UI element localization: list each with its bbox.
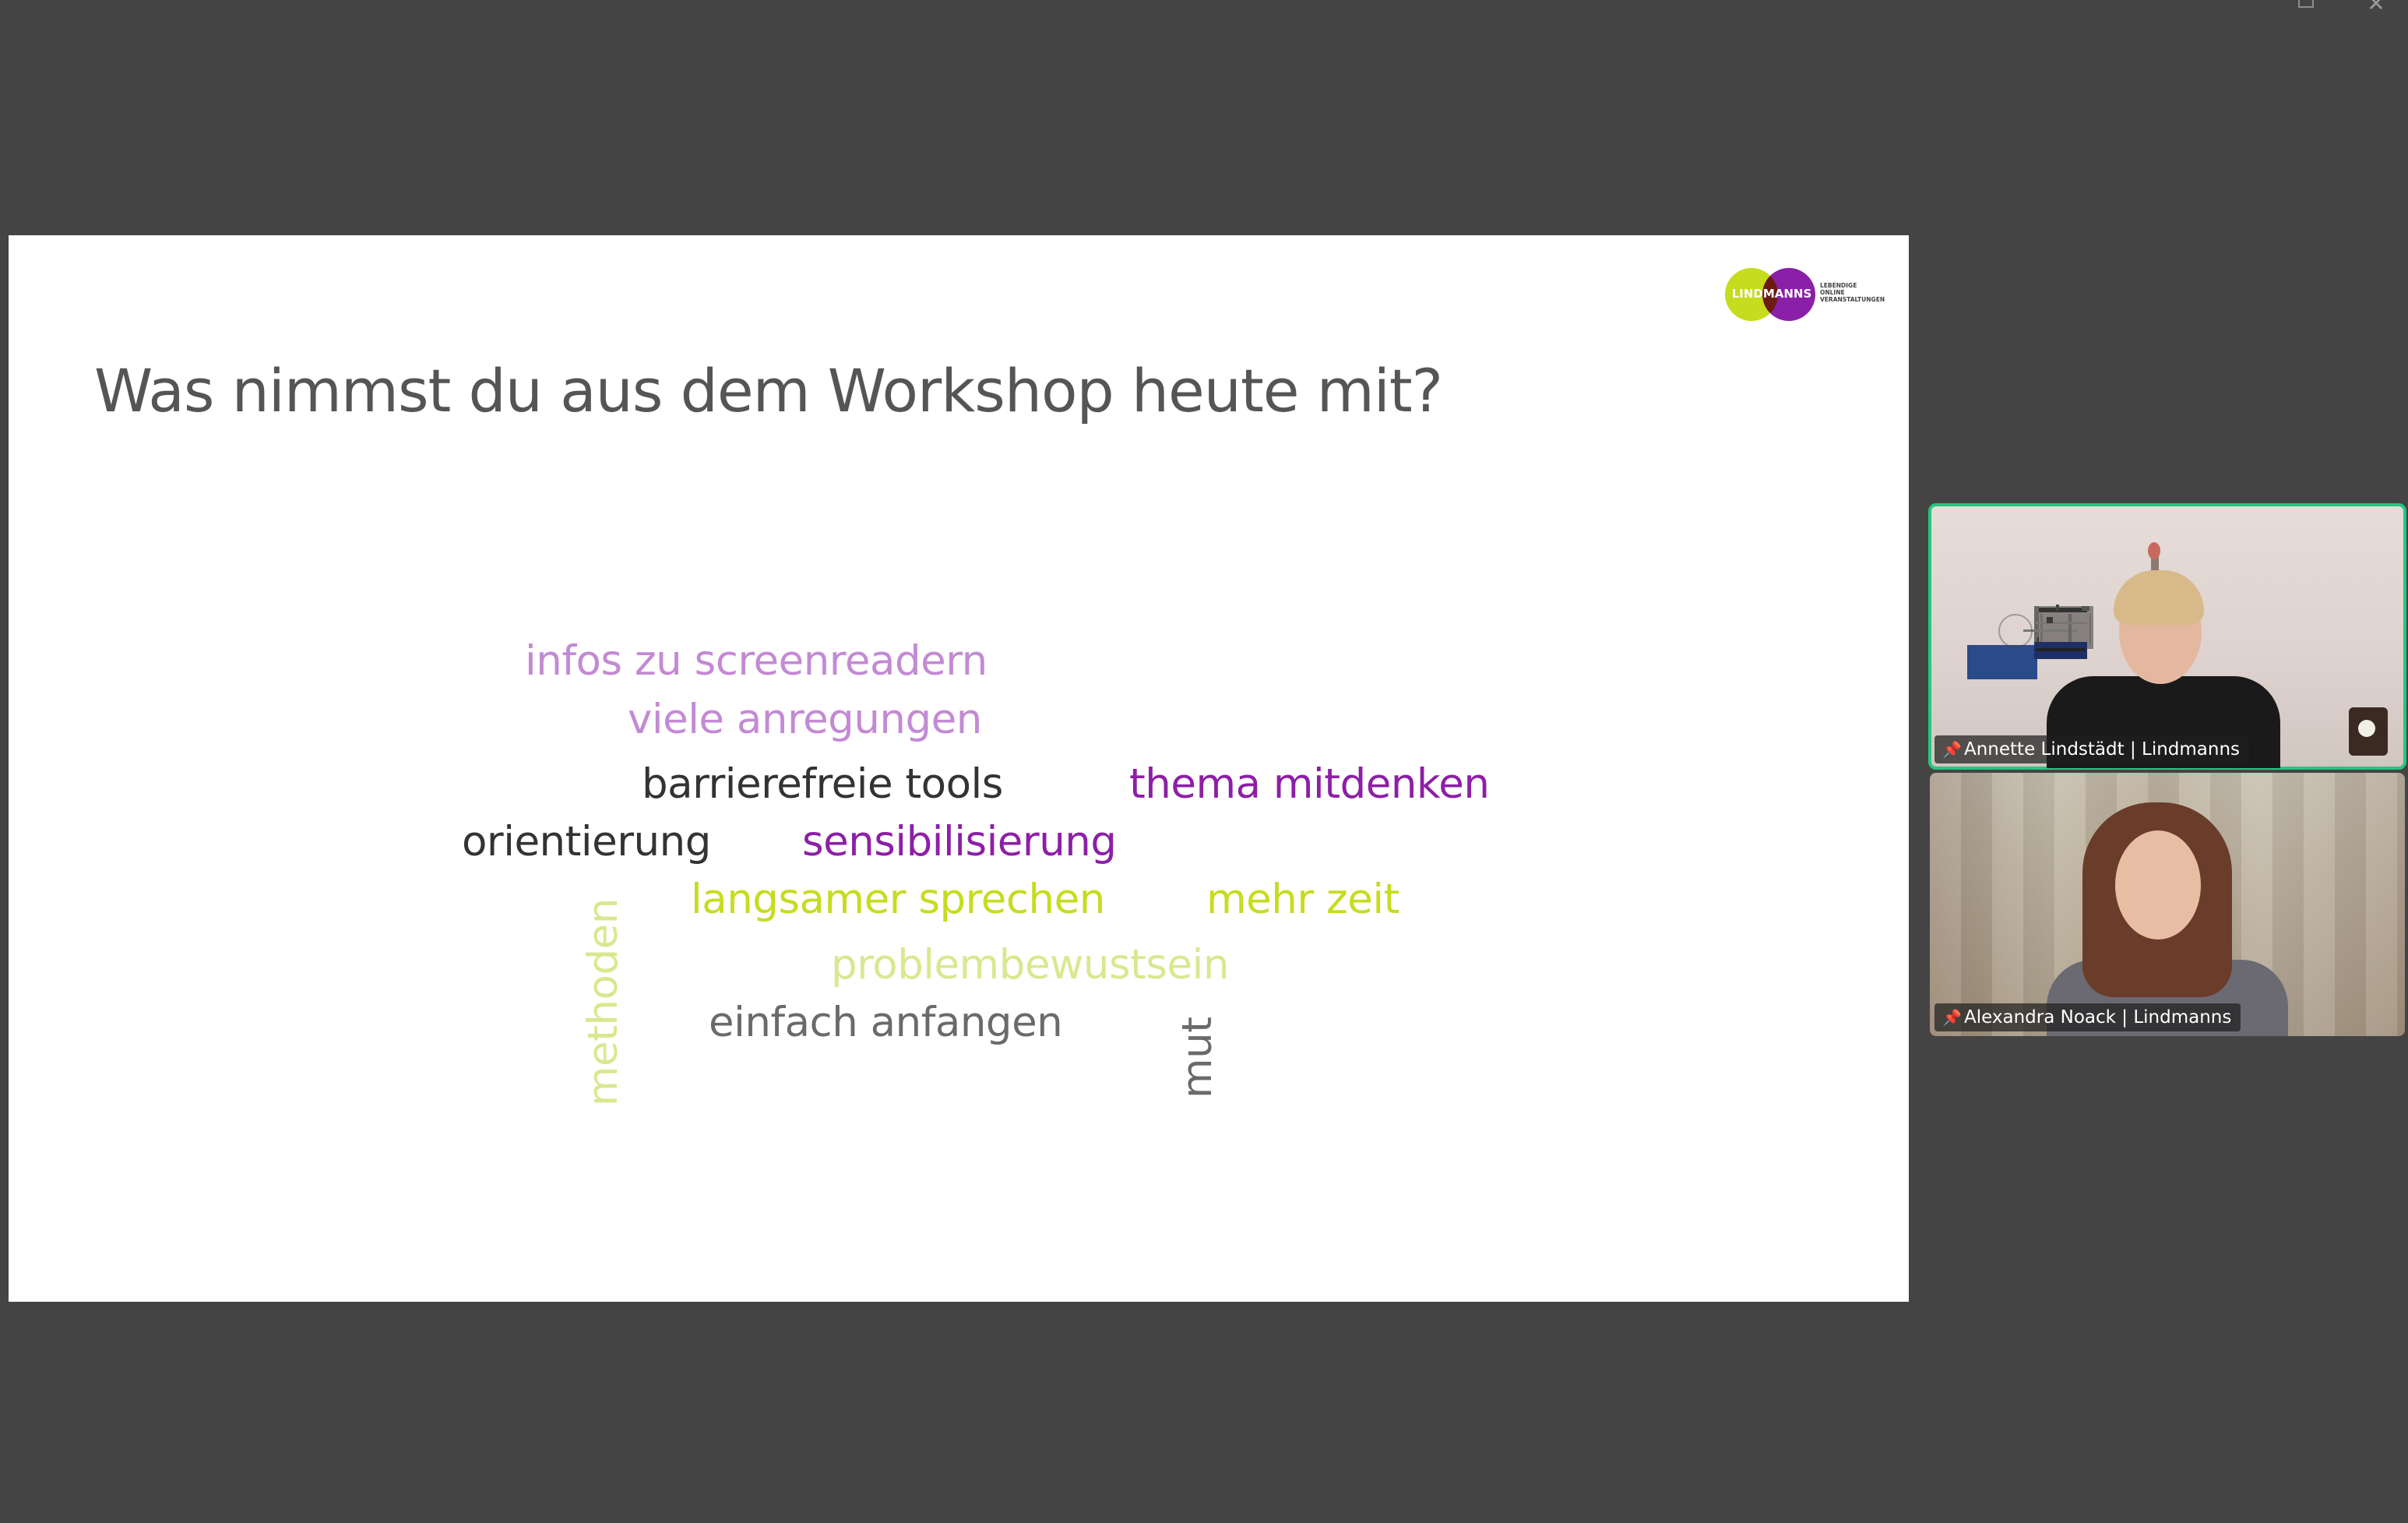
word-cloud-item: thema mitdenken: [1129, 760, 1490, 808]
participant-name: Alexandra Noack | Lindmanns: [1964, 1007, 2232, 1028]
shared-slide: Was nimmst du aus dem Workshop heute mit…: [9, 235, 1909, 1302]
word-cloud-item: infos zu screenreadern: [525, 637, 987, 685]
word-cloud-item: mehr zeit: [1206, 876, 1399, 923]
word-cloud-item: barrierefreie tools: [642, 760, 1003, 808]
word-cloud-item: mut: [1174, 1017, 1221, 1099]
participant-video-tile[interactable]: 📌 Annette Lindstädt | Lindmanns: [1928, 503, 2406, 770]
logo-tagline: LEBENDIGE ONLINE VERANSTALTUNGEN: [1820, 282, 1885, 303]
pin-icon: 📌: [1942, 740, 1962, 759]
video-background-clock-face: [2358, 720, 2375, 737]
word-cloud-item: orientierung: [462, 818, 711, 866]
video-background-decor: [2036, 622, 2087, 624]
video-background-decor: [1998, 614, 2033, 648]
video-background-decor: [2036, 648, 2086, 651]
video-background-decor: [2082, 606, 2089, 611]
logo-brand: LINDMANNS: [1731, 287, 1812, 301]
participant-face: [2115, 830, 2201, 940]
video-background-decor: [2068, 614, 2072, 645]
video-background-flower: [2148, 542, 2160, 559]
video-background-shelf: [1967, 645, 2037, 679]
word-cloud-item: viele anregungen: [628, 696, 982, 743]
lindmanns-logo: LINDMANNS LEBENDIGE ONLINE VERANSTALTUNG…: [1719, 263, 1885, 326]
participant-hair: [2114, 570, 2204, 625]
word-cloud-item: sensibilisierung: [802, 818, 1117, 866]
participant-video-tile[interactable]: 📌 Alexandra Noack | Lindmanns: [1930, 773, 2405, 1036]
pin-icon: 📌: [1942, 1008, 1962, 1027]
participant-name: Annette Lindstädt | Lindmanns: [1964, 739, 2241, 760]
word-cloud-item: einfach anfangen: [709, 999, 1063, 1046]
participant-name-tag: 📌 Alexandra Noack | Lindmanns: [1934, 1003, 2241, 1031]
slide-title: Was nimmst du aus dem Workshop heute mit…: [94, 356, 1443, 425]
restore-window-button[interactable]: [2294, 0, 2318, 11]
word-cloud-item: methoden: [579, 898, 627, 1106]
close-window-button[interactable]: ✕: [2364, 0, 2388, 16]
participant-name-tag: 📌 Annette Lindstädt | Lindmanns: [1934, 735, 2250, 763]
video-background-decor: [2056, 605, 2059, 611]
video-background-decor: [2037, 637, 2039, 643]
video-background-decor: [2036, 608, 2087, 612]
video-background-decor: [2047, 617, 2053, 623]
restore-icon: [2298, 0, 2314, 8]
close-icon: ✕: [2367, 0, 2385, 16]
word-cloud-item: langsamer sprechen: [691, 876, 1105, 923]
word-cloud-item: problembewustsein: [831, 941, 1229, 989]
